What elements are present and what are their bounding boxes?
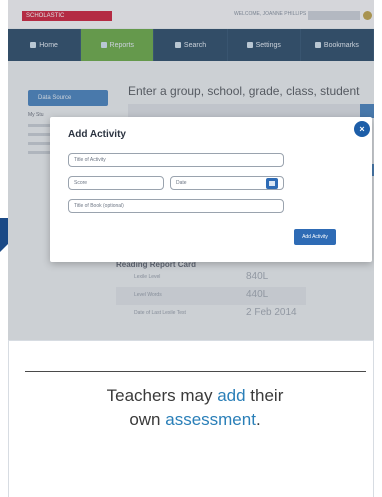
frame-line-right: [373, 340, 374, 497]
caption-divider: [25, 371, 366, 372]
caption-highlight-add: add: [217, 386, 246, 405]
close-icon[interactable]: ×: [354, 121, 370, 137]
app-screenshot: SCHOLASTIC WELCOME, JOANNE PHILLIPS Home…: [8, 0, 374, 341]
caption-text: Teachers may add their own assessment.: [106, 386, 284, 429]
frame-line-left: [8, 340, 9, 497]
activity-title-field[interactable]: Title of Activity: [68, 153, 284, 167]
add-activity-button[interactable]: Add Activity: [294, 229, 336, 245]
score-field[interactable]: Score: [68, 176, 164, 190]
caption-highlight-assessment: assessment: [165, 410, 256, 429]
calendar-icon[interactable]: [266, 178, 278, 189]
page-marker-arrow: [0, 244, 8, 252]
page-marker: [0, 218, 8, 244]
book-title-field[interactable]: Title of Book (optional): [68, 199, 284, 213]
add-activity-modal: Add Activity × Title of Activity Score D…: [50, 117, 372, 262]
modal-title: Add Activity: [68, 129, 126, 140]
